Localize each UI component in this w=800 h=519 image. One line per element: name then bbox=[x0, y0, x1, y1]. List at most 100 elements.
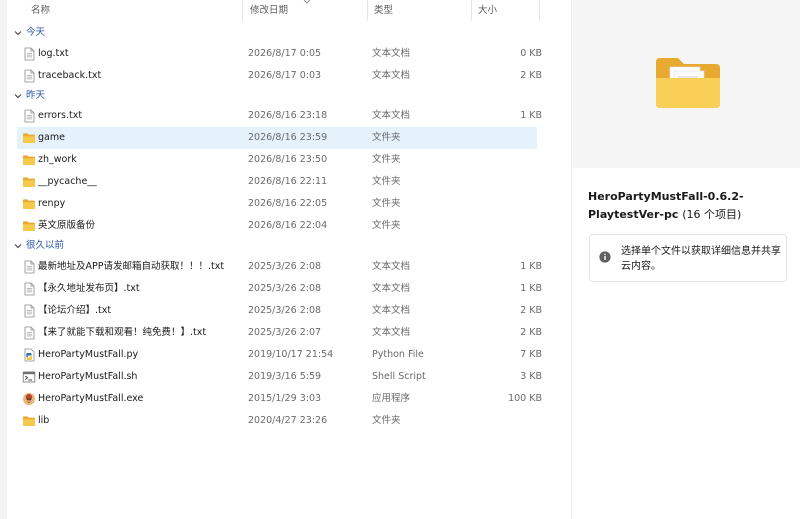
chevron-down-icon bbox=[13, 91, 23, 101]
table-row[interactable]: HeroPartyMustFall.sh 2019/3/16 5:59 Shel… bbox=[17, 366, 542, 388]
file-date: 2026/8/16 23:18 bbox=[248, 110, 328, 121]
file-type: 文本文档 bbox=[372, 70, 411, 81]
application-icon bbox=[22, 392, 36, 406]
folder-icon bbox=[22, 219, 36, 233]
chevron-down-icon bbox=[13, 241, 23, 251]
file-name: zh_work bbox=[38, 154, 77, 165]
column-header-bar: 名称 修改日期 类型 大小 bbox=[7, 0, 560, 21]
sort-down-icon bbox=[303, 0, 311, 4]
file-date: 2019/3/16 5:59 bbox=[248, 371, 322, 382]
file-name: HeroPartyMustFall.sh bbox=[38, 371, 138, 382]
file-size: 1 KB bbox=[520, 261, 542, 272]
file-type: 文本文档 bbox=[372, 283, 411, 294]
file-name: errors.txt bbox=[38, 110, 83, 121]
file-name: renpy bbox=[38, 198, 66, 209]
details-pane: HeroPartyMustFall-0.6.2-PlaytestVer-pc (… bbox=[571, 0, 800, 519]
column-header-type[interactable]: 类型 bbox=[368, 0, 472, 21]
file-date: 2019/10/17 21:54 bbox=[248, 349, 334, 360]
file-date: 2020/4/27 23:26 bbox=[248, 415, 328, 426]
file-date: 2026/8/16 23:50 bbox=[248, 154, 328, 165]
file-size: 2 KB bbox=[520, 70, 542, 81]
file-name: HeroPartyMustFall.exe bbox=[38, 393, 144, 404]
text-file-icon bbox=[22, 304, 36, 318]
column-header-size[interactable]: 大小 bbox=[472, 0, 540, 21]
shell-script-icon bbox=[22, 370, 36, 384]
folder-icon bbox=[22, 175, 36, 189]
file-size: 2 KB bbox=[520, 305, 542, 316]
file-date: 2026/8/16 22:05 bbox=[248, 198, 328, 209]
file-type: 文件夹 bbox=[372, 154, 401, 165]
file-date: 2026/8/17 0:05 bbox=[248, 48, 322, 59]
info-card: 选择单个文件以获取详细信息并共享云内容。 bbox=[589, 234, 787, 282]
file-name: HeroPartyMustFall.py bbox=[38, 349, 139, 360]
group-label: 昨天 bbox=[26, 90, 46, 101]
table-row[interactable]: 【来了就能下载和观看！纯免费！】.txt 2025/3/26 2:07 文本文档… bbox=[17, 322, 542, 344]
table-row[interactable]: errors.txt 2026/8/16 23:18 文本文档 1 KB bbox=[17, 105, 542, 127]
file-type: 文本文档 bbox=[372, 261, 411, 272]
table-row[interactable]: HeroPartyMustFall.exe 2015/1/29 3:03 应用程… bbox=[17, 388, 542, 410]
table-row[interactable]: 英文原版备份 2026/8/16 22:04 文件夹 bbox=[17, 215, 537, 237]
file-type: Shell Script bbox=[372, 371, 426, 382]
group-label: 今天 bbox=[26, 27, 46, 38]
file-name: 【永久地址发布页】.txt bbox=[38, 283, 140, 294]
file-date: 2026/8/17 0:03 bbox=[248, 70, 322, 81]
file-date: 2015/1/29 3:03 bbox=[248, 393, 322, 404]
table-row[interactable]: zh_work 2026/8/16 23:50 文件夹 bbox=[17, 149, 537, 171]
file-size: 100 KB bbox=[508, 393, 542, 404]
table-row[interactable]: HeroPartyMustFall.py 2019/10/17 21:54 Py… bbox=[17, 344, 542, 366]
file-type: 文件夹 bbox=[372, 220, 401, 231]
file-name: 最新地址及APP请发邮箱自动获取！！！.txt bbox=[38, 261, 225, 272]
file-type: 文本文档 bbox=[372, 48, 411, 59]
text-file-icon bbox=[22, 260, 36, 274]
table-row[interactable]: 【论坛介绍】.txt 2025/3/26 2:08 文本文档 2 KB bbox=[17, 300, 542, 322]
text-file-icon bbox=[22, 47, 36, 61]
table-row[interactable]: lib 2020/4/27 23:26 文件夹 bbox=[17, 410, 537, 432]
table-row[interactable]: log.txt 2026/8/17 0:05 文本文档 0 KB bbox=[17, 43, 542, 65]
file-size: 0 KB bbox=[520, 48, 542, 59]
folder-icon bbox=[22, 414, 36, 428]
file-date: 2025/3/26 2:08 bbox=[248, 261, 322, 272]
table-row[interactable]: __pycache__ 2026/8/16 22:11 文件夹 bbox=[17, 171, 537, 193]
file-size: 1 KB bbox=[520, 283, 542, 294]
file-type: 文件夹 bbox=[372, 176, 401, 187]
file-name: 【来了就能下载和观看！纯免费！】.txt bbox=[38, 327, 207, 338]
file-date: 2025/3/26 2:08 bbox=[248, 283, 322, 294]
column-header-name[interactable]: 名称 bbox=[25, 0, 243, 21]
group-label: 很久以前 bbox=[26, 240, 65, 251]
file-size: 7 KB bbox=[520, 349, 542, 360]
file-date: 2026/8/16 22:04 bbox=[248, 220, 328, 231]
file-name: traceback.txt bbox=[38, 70, 102, 81]
file-name: 英文原版备份 bbox=[38, 220, 96, 231]
table-row[interactable]: 最新地址及APP请发邮箱自动获取！！！.txt 2025/3/26 2:08 文… bbox=[17, 256, 542, 278]
folder-preview-icon bbox=[656, 58, 720, 108]
file-name: log.txt bbox=[38, 48, 69, 59]
file-name: __pycache__ bbox=[38, 176, 97, 187]
folder-icon bbox=[22, 153, 36, 167]
table-row-selected[interactable]: game 2026/8/16 23:59 文件夹 bbox=[17, 127, 537, 149]
file-list-pane: 名称 修改日期 类型 大小 今天 log.txt 2026/8/17 0:05 … bbox=[7, 0, 560, 519]
text-file-icon bbox=[22, 109, 36, 123]
table-row[interactable]: traceback.txt 2026/8/17 0:03 文本文档 2 KB bbox=[17, 65, 542, 87]
folder-icon bbox=[22, 197, 36, 211]
info-icon bbox=[599, 251, 611, 263]
preview-thumbnail-area bbox=[572, 0, 800, 168]
file-type: 文本文档 bbox=[372, 110, 411, 121]
file-date: 2025/3/26 2:07 bbox=[248, 327, 322, 338]
text-file-icon bbox=[22, 69, 36, 83]
table-row[interactable]: 【永久地址发布页】.txt 2025/3/26 2:08 文本文档 1 KB bbox=[17, 278, 542, 300]
text-file-icon bbox=[22, 282, 36, 296]
file-name: game bbox=[38, 132, 65, 143]
file-name: 【论坛介绍】.txt bbox=[38, 305, 112, 316]
file-date: 2026/8/16 23:59 bbox=[248, 132, 328, 143]
selection-title: HeroPartyMustFall-0.6.2-PlaytestVer-pc (… bbox=[588, 188, 788, 224]
file-date: 2025/3/26 2:08 bbox=[248, 305, 322, 316]
file-name: lib bbox=[38, 415, 50, 426]
python-file-icon bbox=[22, 348, 36, 362]
file-size: 3 KB bbox=[520, 371, 542, 382]
table-row[interactable]: renpy 2026/8/16 22:05 文件夹 bbox=[17, 193, 537, 215]
file-type: 文件夹 bbox=[372, 415, 401, 426]
text-file-icon bbox=[22, 326, 36, 340]
file-date: 2026/8/16 22:11 bbox=[248, 176, 328, 187]
file-type: 应用程序 bbox=[372, 393, 411, 404]
navigation-pane-edge bbox=[0, 0, 7, 519]
